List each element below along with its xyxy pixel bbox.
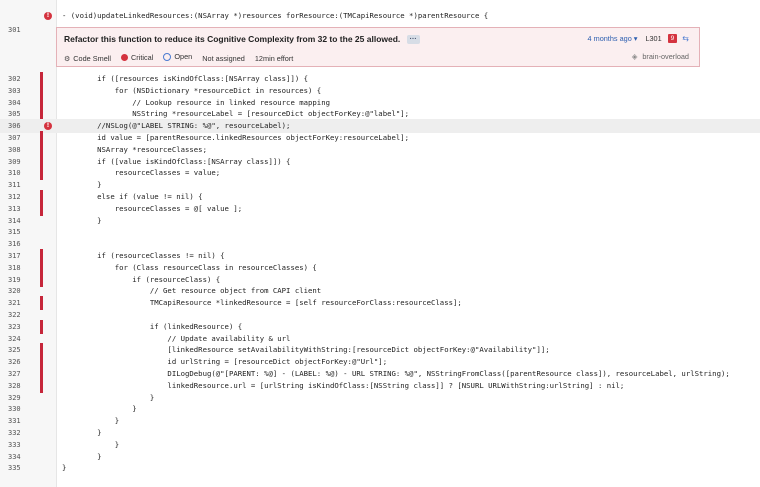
critical-icon — [121, 53, 129, 61]
code-smell-icon: ⚙ — [64, 55, 71, 63]
issue-severity[interactable]: Critical — [121, 53, 153, 62]
issue-severity-label: Critical — [131, 52, 154, 62]
issue-indicator-icon[interactable]: ! — [44, 12, 52, 20]
issue-actions: 4 months ago ▾ L301 9 ⇆ — [588, 34, 689, 43]
issue-count-badge[interactable]: 9 — [667, 34, 678, 43]
tag-icon: ◈ — [631, 52, 638, 61]
code-line-301: 301 ! - (void)updateLinkedResources:(NSA… — [0, 9, 760, 34]
open-status-icon — [163, 52, 172, 61]
issue-date-link[interactable]: 4 months ago ▾ — [588, 34, 638, 43]
issue-indicator-icon[interactable]: ! — [44, 122, 52, 131]
more-button[interactable]: ··· — [406, 35, 420, 45]
line-number[interactable]: 301 — [8, 23, 32, 37]
issue-meta: ⚙ Code Smell Critical Open Not assigned … — [64, 52, 301, 63]
issue-box[interactable]: Refactor this function to reduce its Cog… — [56, 27, 700, 67]
issue-type-label: Code Smell — [73, 54, 111, 63]
code-text: - (void)updateLinkedResources:(NSArray *… — [62, 11, 489, 20]
issue-status-label: Open — [174, 52, 193, 61]
sync-icon[interactable]: ⇆ — [682, 34, 689, 43]
issue-tag-label: brain-overload — [642, 52, 689, 61]
issue-assignee[interactable]: Not assigned — [202, 54, 245, 63]
issue-status[interactable]: Open — [163, 52, 192, 61]
code-line: 335} — [0, 461, 760, 475]
issue-message[interactable]: Refactor this function to reduce its Cog… — [64, 34, 400, 44]
issue-tag[interactable]: ◈ brain-overload — [632, 52, 689, 61]
issue-line-ref[interactable]: L301 — [645, 34, 661, 43]
issue-effort: 12min effort — [254, 53, 294, 63]
issue-title[interactable]: Refactor this function to reduce its Cog… — [64, 34, 420, 45]
code-viewer: 301 ! - (void)updateLinkedResources:(NSA… — [0, 0, 760, 487]
line-number[interactable]: 335 — [8, 461, 32, 475]
code-text: } — [62, 463, 67, 473]
issue-type[interactable]: ⚙ Code Smell — [64, 54, 111, 63]
